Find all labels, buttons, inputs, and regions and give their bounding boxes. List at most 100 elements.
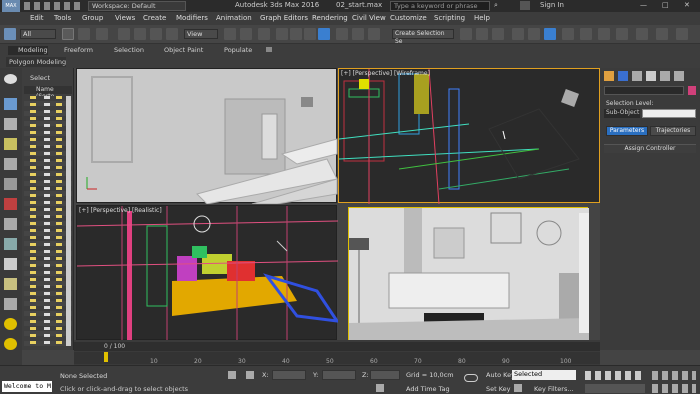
menu-rendering[interactable]: Rendering: [312, 14, 348, 22]
y-coord-field[interactable]: [322, 370, 356, 380]
menu-tools[interactable]: Tools: [54, 14, 71, 22]
angle-snap-icon[interactable]: [290, 28, 302, 40]
viewport-label[interactable]: [+] [Perspective] [Wireframe]: [341, 70, 430, 77]
select-place-icon[interactable]: [166, 28, 178, 40]
ribbon-tab-modeling[interactable]: Modeling: [18, 46, 48, 54]
close-button[interactable]: ✕: [684, 1, 690, 9]
app-logo-icon[interactable]: MAX: [2, 0, 20, 12]
select-by-name-icon[interactable]: [78, 28, 90, 40]
hierarchy-tab-icon[interactable]: [632, 71, 642, 81]
schematic-view-icon[interactable]: [528, 28, 540, 40]
key-set-dropdown[interactable]: Selected: [512, 370, 576, 380]
ribbon-options-icon[interactable]: [266, 47, 272, 52]
ribbon-tab-selection[interactable]: Selection: [114, 46, 144, 54]
scene-explorer-icon[interactable]: [476, 28, 488, 40]
manipulate-icon[interactable]: [240, 28, 252, 40]
render-icon[interactable]: [598, 28, 610, 40]
menu-customize[interactable]: Customize: [390, 14, 427, 22]
viewport-nav-controls[interactable]: [652, 371, 696, 380]
edit-named-sel-icon[interactable]: [336, 28, 348, 40]
absolute-mode-icon[interactable]: [246, 371, 254, 379]
user-icon[interactable]: [520, 1, 530, 10]
maximize-button[interactable]: □: [662, 1, 669, 9]
menu-help[interactable]: Help: [474, 14, 490, 22]
freeze-icons[interactable]: [56, 96, 62, 346]
snap-icon[interactable]: [276, 28, 288, 40]
utilities-tab-icon[interactable]: [674, 71, 684, 81]
scale-icon[interactable]: [150, 28, 162, 40]
menu-edit[interactable]: Edit: [30, 14, 44, 22]
trajectories-button[interactable]: Trajectories: [650, 126, 696, 136]
sub-object-label[interactable]: Sub-Object: [604, 109, 640, 118]
menu-civil-view[interactable]: Civil View: [352, 14, 386, 22]
visibility-icons[interactable]: [44, 96, 50, 346]
layer-icon[interactable]: [460, 28, 472, 40]
render-setup-icon[interactable]: [562, 28, 574, 40]
layout-tab-icon[interactable]: [4, 74, 17, 84]
align-icon[interactable]: [368, 28, 380, 40]
viewport-top-right-active[interactable]: [+] [Perspective] [Wireframe]: [338, 68, 600, 205]
material-editor-icon[interactable]: [544, 28, 556, 40]
object-name-field[interactable]: [604, 86, 684, 95]
undo-icon[interactable]: [4, 28, 16, 40]
key-mode-icon[interactable]: [514, 384, 522, 392]
bone-filter-icon[interactable]: [4, 258, 17, 270]
sphere-icon[interactable]: [4, 338, 17, 350]
active-shade-icon[interactable]: [636, 28, 648, 40]
camera-filter-icon[interactable]: [4, 158, 17, 170]
menu-group[interactable]: Group: [82, 14, 103, 22]
viewport-label[interactable]: [+] [Perspective] [Realistic]: [79, 207, 162, 214]
add-time-tag-button[interactable]: Add Time Tag: [406, 385, 450, 393]
percent-snap-icon[interactable]: [304, 28, 316, 40]
rendered-frame-icon[interactable]: [580, 28, 592, 40]
z-coord-field[interactable]: [370, 370, 400, 380]
viewport-top-left[interactable]: [76, 68, 338, 205]
rect-selection-icon[interactable]: [96, 28, 108, 40]
x-coord-field[interactable]: [272, 370, 306, 380]
lock-icon[interactable]: [228, 371, 236, 379]
teapot-render-icon[interactable]: [616, 28, 628, 40]
viewport-nav-controls-2[interactable]: [652, 384, 696, 393]
ref-coord-dropdown[interactable]: View: [184, 29, 218, 39]
ribbon-toggle-icon[interactable]: [492, 28, 504, 40]
scene-explorer-tab-icon[interactable]: [4, 98, 17, 110]
parameters-button[interactable]: Parameters: [606, 126, 648, 136]
time-tag-icon[interactable]: [376, 384, 384, 392]
key-filters-button[interactable]: Key Filters...: [534, 385, 574, 393]
playback-controls[interactable]: [585, 371, 645, 380]
menu-graph-editors[interactable]: Graph Editors: [260, 14, 308, 22]
curve-editor-icon[interactable]: [512, 28, 524, 40]
create-tab-icon[interactable]: [604, 71, 614, 81]
motion-tab-icon[interactable]: [646, 71, 656, 81]
modify-tab-icon[interactable]: [618, 71, 628, 81]
menu-create[interactable]: Create: [143, 14, 166, 22]
auto-key-button[interactable]: Auto Key: [486, 371, 515, 379]
light-filter-icon[interactable]: [4, 138, 17, 150]
xref-filter-icon[interactable]: [4, 238, 17, 250]
key-icon[interactable]: [464, 374, 478, 382]
sub-object-dropdown[interactable]: [642, 109, 696, 118]
spacewarp-filter-icon[interactable]: [4, 198, 17, 210]
object-color-swatch[interactable]: [688, 86, 696, 95]
pivot-icon[interactable]: [224, 28, 236, 40]
ribbon-tab-populate[interactable]: Populate: [224, 46, 252, 54]
select-object-icon[interactable]: [62, 28, 74, 40]
toolbar-extra-icon[interactable]: [656, 28, 668, 40]
ribbon-sub-tab[interactable]: Polygon Modeling: [9, 58, 66, 66]
group-filter-icon[interactable]: [4, 218, 17, 230]
sign-in-link[interactable]: Sign In: [540, 1, 564, 9]
keyboard-shortcut-icon[interactable]: [258, 28, 270, 40]
quick-access-icons[interactable]: [24, 2, 84, 10]
toolbar-extra-icon-2[interactable]: [676, 28, 688, 40]
search-input[interactable]: Type a keyword or phrase: [390, 1, 490, 11]
ribbon-tab-freeform[interactable]: Freeform: [64, 46, 93, 54]
selection-filter-dropdown[interactable]: All: [20, 29, 56, 39]
menu-modifiers[interactable]: Modifiers: [176, 14, 208, 22]
named-selection-dropdown[interactable]: Create Selection Se: [392, 29, 454, 45]
search-icon[interactable]: ⌕: [494, 1, 498, 10]
helper-filter-icon[interactable]: [4, 178, 17, 190]
move-icon[interactable]: [118, 28, 130, 40]
current-frame-field[interactable]: [585, 384, 645, 393]
viewport-bottom-right[interactable]: [348, 207, 589, 341]
assign-controller-rollout[interactable]: Assign Controller: [604, 144, 696, 153]
